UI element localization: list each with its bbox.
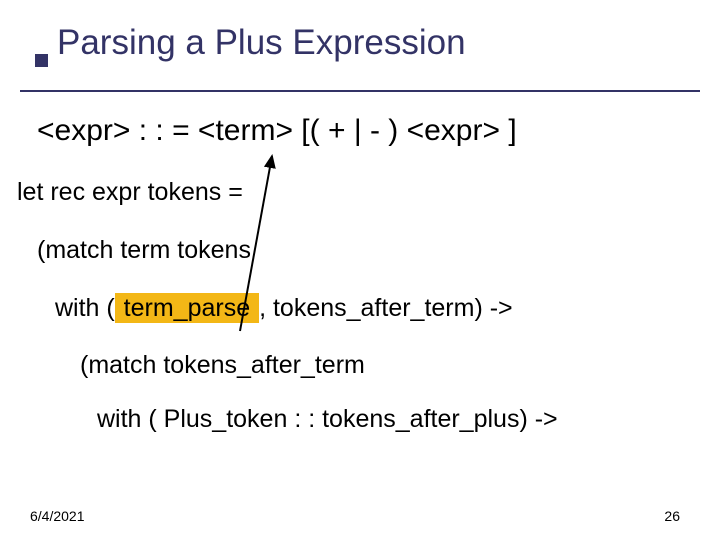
code-line-4: (match tokens_after_term	[80, 349, 558, 383]
title-bullet-icon	[35, 54, 48, 67]
title-divider	[20, 90, 700, 92]
code-block: let rec expr tokens = (match term tokens…	[5, 176, 558, 437]
slide-body: <expr> : : = <term> [( + | - ) <expr> ] …	[5, 114, 558, 437]
code-line-2: (match term tokens	[37, 234, 558, 268]
code-line-5: with ( Plus_token : : tokens_after_plus)…	[97, 403, 558, 437]
code-line-1: let rec expr tokens =	[17, 176, 558, 210]
footer-date: 6/4/2021	[30, 508, 85, 524]
title-row: Parsing a Plus Expression	[35, 18, 466, 67]
code-line-3-pre: with (	[55, 294, 115, 322]
code-line-3: with ( term_parse , tokens_after_term) -…	[55, 292, 558, 326]
code-highlight-term-parse: term_parse	[115, 293, 259, 323]
grammar-rule: <expr> : : = <term> [( + | - ) <expr> ]	[37, 114, 558, 148]
slide-title: Parsing a Plus Expression	[57, 23, 466, 63]
footer-page-number: 26	[664, 508, 680, 524]
code-line-3-post: , tokens_after_term) ->	[259, 294, 513, 322]
slide: Parsing a Plus Expression <expr> : : = <…	[0, 0, 720, 540]
